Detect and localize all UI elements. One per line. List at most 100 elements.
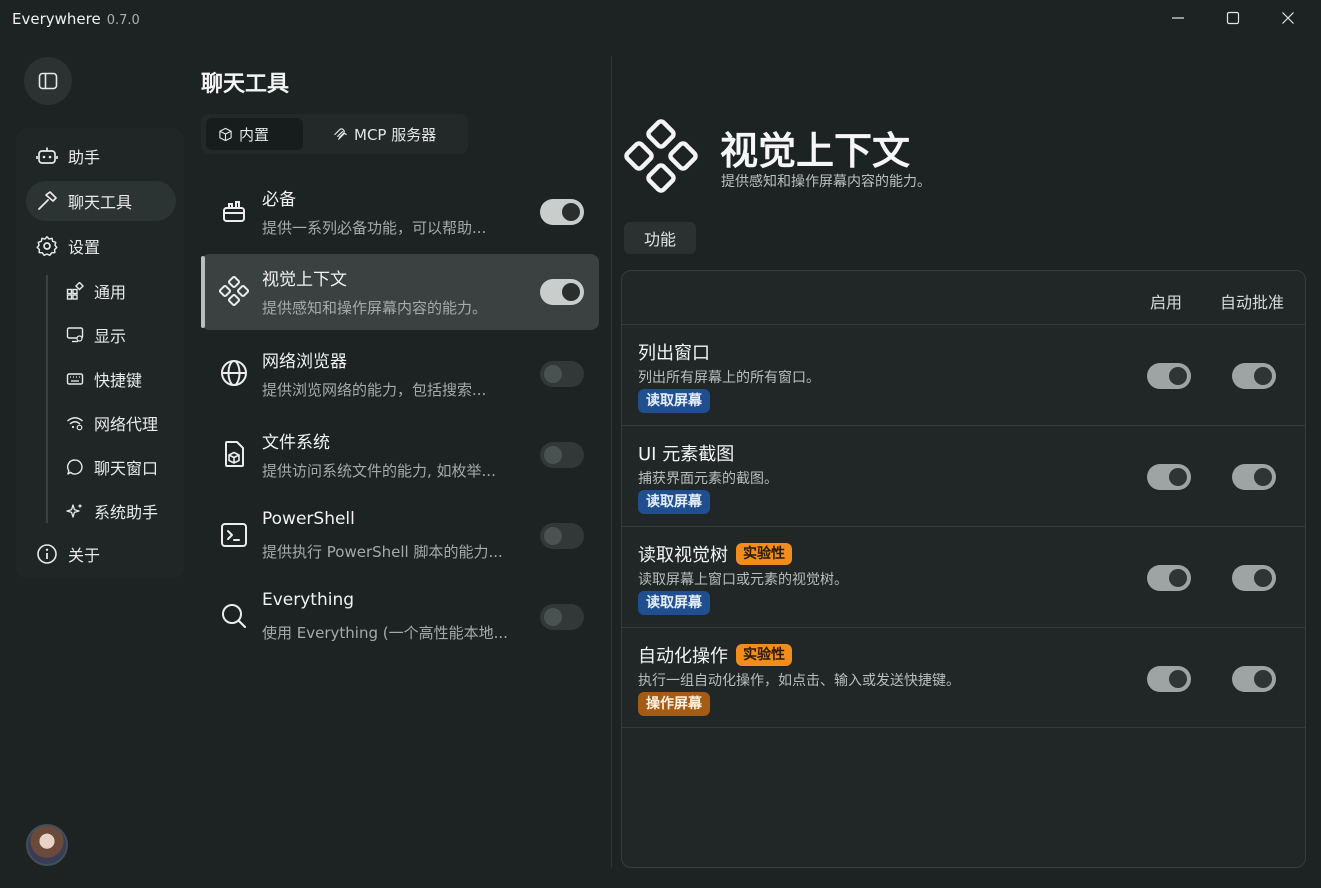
enable-toggle[interactable] [1147,464,1191,490]
detail-description: 提供感知和操作屏幕内容的能力。 [721,174,931,190]
function-name: 自动化操作 实验性 [638,642,792,668]
auto-approve-toggle[interactable] [1232,666,1276,692]
nav-sub-label: 聊天窗口 [94,459,159,478]
section-tab-functions[interactable]: 功能 [624,222,697,254]
nav-item-label: 聊天工具 [68,193,133,212]
nav-item-chat-tools[interactable]: 聊天工具 [26,181,176,221]
tool-desc: 使用 Everything (一个高性能本地... [262,624,508,642]
function-name: 列出窗口 [638,343,710,364]
visual-context-icon [218,275,250,307]
file-cube-icon [219,439,249,469]
auto-approve-toggle[interactable] [1232,464,1276,490]
nav-item-label: 设置 [68,238,101,257]
tool-toggle[interactable] [540,279,584,305]
globe-icon [219,358,249,388]
user-avatar[interactable] [26,824,68,866]
enable-toggle[interactable] [1147,565,1191,591]
tool-toggle[interactable] [540,442,584,468]
experimental-badge: 实验性 [736,644,792,666]
tab-label: MCP 服务器 [354,125,437,144]
permission-badge: 操作屏幕 [638,692,710,716]
tool-toggle[interactable] [540,199,584,225]
cube-icon [219,127,232,141]
chat-bubble-icon [66,459,83,475]
permission-badge: 读取屏幕 [638,591,710,615]
function-desc: 捕获界面元素的截图。 [638,471,778,487]
sidebar-toggle-button[interactable] [24,57,72,105]
app-version: 0.7.0 [106,13,140,28]
nav-item-label: 助手 [68,148,101,167]
tab-label: 内置 [239,125,270,144]
nav-sub-label: 快捷键 [94,371,143,390]
sparkle-icon [66,503,83,518]
tool-item-everything[interactable]: Everything 使用 Everything (一个高性能本地... [201,579,599,655]
hammer-icon [38,191,57,210]
nav-sub-chat-window[interactable]: 聊天窗口 [66,449,176,485]
page-title: 聊天工具 [201,72,290,97]
wifi-settings-icon [67,417,83,431]
app-title: Everywhere 0.7.0 [12,10,140,28]
enable-toggle[interactable] [1147,666,1191,692]
tool-item-web-browser[interactable]: 网络浏览器 提供浏览网络的能力，包括搜索... [201,336,599,412]
nav-item-assistant[interactable]: 助手 [26,136,176,176]
tool-source-tabs: 内置 MCP 服务器 [201,114,468,154]
nav-sub-shortcuts[interactable]: 快捷键 [66,361,176,397]
function-row-read-visual-tree: 读取视觉树 实验性 读取屏幕上窗口或元素的视觉树。 读取屏幕 [622,526,1305,627]
terminal-icon [219,520,249,550]
function-name: 读取视觉树 实验性 [638,541,792,567]
nav-sub-label: 通用 [94,283,127,302]
function-desc: 执行一组自动化操作，如点击、输入或发送快捷键。 [638,673,960,689]
minimize-button[interactable] [1152,0,1204,36]
function-row-ui-screenshot: UI 元素截图 捕获界面元素的截图。 读取屏幕 [622,425,1305,526]
column-header-enable: 启用 [1150,293,1183,312]
tool-desc: 提供浏览网络的能力，包括搜索... [262,381,487,399]
auto-approve-toggle[interactable] [1232,363,1276,389]
close-icon [1282,12,1294,24]
nav-sub-display[interactable]: 显示 [66,317,176,353]
experimental-badge: 实验性 [736,543,792,565]
maximize-button[interactable] [1207,0,1259,36]
tool-name: 网络浏览器 [262,352,347,372]
nav-item-about[interactable]: 关于 [26,534,176,574]
nav-sub-label: 网络代理 [94,415,159,434]
auto-approve-toggle[interactable] [1232,565,1276,591]
close-button[interactable] [1262,0,1314,36]
tool-name: 必备 [262,190,296,210]
search-icon [219,601,249,631]
tool-toggle[interactable] [540,361,584,387]
robot-icon [36,147,58,164]
tool-toggle[interactable] [540,523,584,549]
apps-icon [66,282,84,300]
tool-item-visual-context[interactable]: 视觉上下文 提供感知和操作屏幕内容的能力。 [201,254,599,330]
permission-badge: 读取屏幕 [638,490,710,514]
mcp-icon [334,127,347,140]
nav-sub-label: 显示 [94,327,127,346]
tool-item-powershell[interactable]: PowerShell 提供执行 PowerShell 脚本的能力... [201,498,599,574]
tool-item-file-system[interactable]: 文件系统 提供访问系统文件的能力, 如枚举... [201,417,599,493]
tool-item-essentials[interactable]: 必备 提供一系列必备功能，可以帮助... [201,174,599,250]
keyboard-icon [66,373,84,385]
maximize-icon [1226,11,1240,25]
tool-name: PowerShell [262,509,355,529]
tab-builtin[interactable]: 内置 [206,118,303,150]
tab-mcp-servers[interactable]: MCP 服务器 [321,118,448,150]
nav-sub-network-proxy[interactable]: 网络代理 [66,405,176,441]
monitor-settings-icon [66,327,84,343]
nav-tree-line [46,275,48,523]
function-row-list-windows: 列出窗口 列出所有屏幕上的所有窗口。 读取屏幕 [622,324,1305,425]
function-name: UI 元素截图 [638,444,735,465]
app-name: Everywhere [12,10,101,28]
title-bar: Everywhere 0.7.0 [0,0,1321,40]
nav-sub-general[interactable]: 通用 [66,273,176,309]
tool-toggle[interactable] [540,604,584,630]
nav-sub-system-assistant[interactable]: 系统助手 [66,493,176,529]
function-desc: 列出所有屏幕上的所有窗口。 [638,370,820,386]
tool-name: Everything [262,590,355,610]
column-divider [611,56,612,868]
tool-name: 视觉上下文 [262,270,347,290]
tool-desc: 提供访问系统文件的能力, 如枚举... [262,462,496,480]
nav-item-settings[interactable]: 设置 [26,226,176,266]
enable-toggle[interactable] [1147,363,1191,389]
selection-indicator [201,256,205,328]
tool-desc: 提供一系列必备功能，可以帮助... [262,219,487,237]
